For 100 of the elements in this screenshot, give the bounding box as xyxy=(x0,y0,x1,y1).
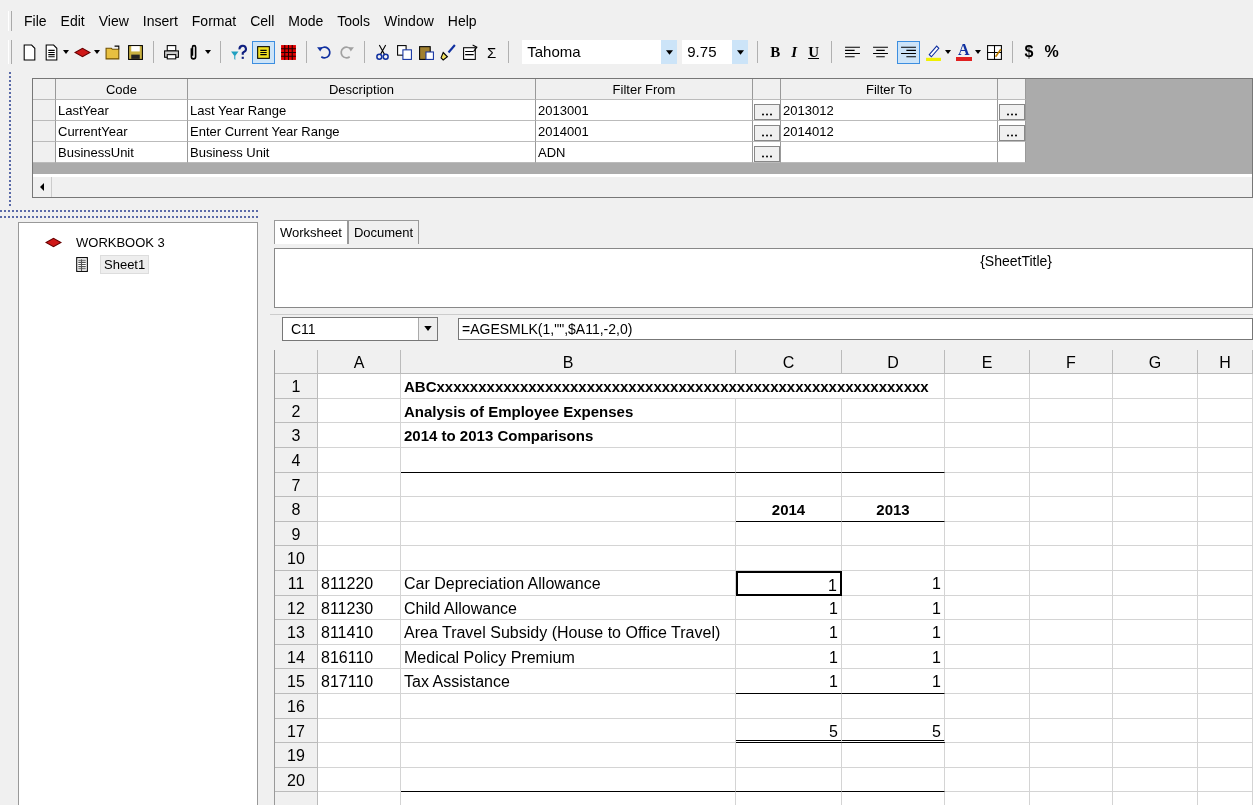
caret-icon[interactable] xyxy=(736,49,744,55)
printer-icon[interactable] xyxy=(163,43,180,61)
table-cell: 1 xyxy=(736,644,842,670)
ellipsis-icon[interactable] xyxy=(760,155,773,158)
empty-cell xyxy=(1198,398,1253,424)
paste-icon[interactable] xyxy=(418,43,435,61)
highlighter-icon[interactable] xyxy=(925,43,942,61)
copy-icon[interactable] xyxy=(396,43,413,61)
table-cell: Car Depreciation Allowance xyxy=(401,571,736,596)
caret-icon[interactable] xyxy=(945,50,951,54)
column-header[interactable]: G xyxy=(1113,349,1198,374)
tree-item[interactable]: WORKBOOK 3 xyxy=(72,232,169,252)
column-header: Filter To xyxy=(781,79,998,100)
menu-item[interactable]: Edit xyxy=(60,13,85,29)
column-header[interactable]: F xyxy=(1030,349,1113,374)
row-header[interactable]: 1 xyxy=(275,374,318,399)
table-cell: Analysis of Employee Expenses xyxy=(401,398,736,424)
row-header[interactable]: 19 xyxy=(275,743,318,768)
column-header[interactable]: B xyxy=(401,349,736,374)
ellipsis-icon[interactable] xyxy=(1005,113,1018,116)
ellipsis-icon[interactable] xyxy=(760,134,773,137)
caret-icon[interactable] xyxy=(974,50,981,54)
row-header[interactable]: 10 xyxy=(275,546,318,572)
percent-button[interactable]: % xyxy=(1041,43,1062,61)
row-header[interactable]: 2 xyxy=(275,398,318,424)
menu-item[interactable]: View xyxy=(98,13,129,29)
row-header[interactable]: 11 xyxy=(275,571,318,596)
left-arrow-icon[interactable] xyxy=(40,183,44,191)
borders-icon[interactable] xyxy=(985,43,1003,61)
text-style-button[interactable]: U xyxy=(805,43,822,61)
column-header[interactable]: A xyxy=(318,349,401,374)
formula-field[interactable]: =AGESMLK(1,"",$A11,-2,0) xyxy=(458,317,1253,340)
ellipsis-icon[interactable] xyxy=(1005,134,1018,137)
row-header[interactable]: 4 xyxy=(275,448,318,473)
undo-icon[interactable] xyxy=(316,43,333,61)
table-cell: 2013 xyxy=(842,497,945,522)
caret-icon[interactable] xyxy=(424,326,432,332)
font-color-button[interactable]: A xyxy=(956,43,972,61)
folder-icon[interactable] xyxy=(105,43,122,61)
table-cell: LastYear xyxy=(56,100,188,121)
row-header[interactable]: 12 xyxy=(275,595,318,621)
row-header[interactable]: 20 xyxy=(275,767,318,793)
new-document-icon[interactable] xyxy=(21,43,38,61)
row-header[interactable]: 15 xyxy=(275,669,318,694)
menu-item[interactable]: Insert xyxy=(142,13,178,29)
menu-item[interactable]: Tools xyxy=(337,13,370,29)
table-cell: Medical Policy Premium xyxy=(401,644,736,670)
menu-item[interactable]: File xyxy=(24,13,47,29)
caret-icon[interactable] xyxy=(665,49,673,55)
column-header[interactable]: D xyxy=(842,349,945,374)
grid-icon[interactable] xyxy=(280,43,297,61)
currency-button[interactable]: $ xyxy=(1021,43,1037,61)
menu-item[interactable]: Cell xyxy=(250,13,275,29)
horizontal-scrollbar[interactable] xyxy=(33,174,1252,197)
column-header[interactable]: C xyxy=(736,349,842,374)
document-icon[interactable] xyxy=(43,43,60,61)
toolbar-grip[interactable] xyxy=(8,11,12,31)
tab[interactable]: Worksheet xyxy=(274,220,348,244)
row-header[interactable]: 8 xyxy=(275,497,318,522)
splitter-handle[interactable] xyxy=(0,210,258,218)
menu-item[interactable]: Window xyxy=(384,13,434,29)
row-header[interactable]: 7 xyxy=(275,472,318,498)
caret-icon[interactable] xyxy=(205,50,211,54)
empty-cell xyxy=(1198,767,1253,793)
table-cell: 1 xyxy=(842,620,945,645)
text-style-button[interactable]: B xyxy=(767,43,784,61)
sum-button[interactable]: Σ xyxy=(484,43,500,61)
cut-icon[interactable] xyxy=(374,43,391,61)
tree-item[interactable]: Sheet1 xyxy=(100,254,150,274)
save-icon[interactable] xyxy=(127,43,144,61)
row-header[interactable]: 14 xyxy=(275,644,318,670)
font-size-dropdown[interactable]: 9.75 xyxy=(682,40,749,64)
text-style-button[interactable]: I xyxy=(788,43,801,61)
font-dropdown[interactable]: Tahoma xyxy=(522,40,678,64)
caret-icon[interactable] xyxy=(94,50,100,54)
sheet-icon xyxy=(73,255,90,273)
row-header[interactable]: 16 xyxy=(275,694,318,719)
menu-item[interactable]: Help xyxy=(447,13,477,29)
menu-item[interactable]: Mode xyxy=(288,13,324,29)
cell-name-dropdown[interactable]: C11 xyxy=(282,316,438,341)
brush-icon[interactable] xyxy=(440,43,457,61)
row-header[interactable]: 17 xyxy=(275,718,318,744)
splitter-handle[interactable] xyxy=(9,72,13,206)
table-cell: Last Year Range xyxy=(188,100,536,121)
caret-icon[interactable] xyxy=(63,50,69,54)
filter-help-icon[interactable] xyxy=(230,43,247,61)
empty-cell xyxy=(1198,620,1253,645)
toolbar-grip[interactable] xyxy=(8,40,12,64)
column-header[interactable]: H xyxy=(1198,349,1253,374)
menu-item[interactable]: Format xyxy=(191,13,237,29)
properties-icon[interactable] xyxy=(462,43,479,61)
ellipsis-icon[interactable] xyxy=(760,113,773,116)
column-header: Code xyxy=(56,79,188,100)
table-cell: 811230 xyxy=(318,595,401,621)
table-cell: 1 xyxy=(736,620,842,645)
row-header[interactable]: 13 xyxy=(275,620,318,645)
column-header[interactable]: E xyxy=(945,349,1030,374)
row-header[interactable]: 3 xyxy=(275,423,318,449)
tab[interactable]: Document xyxy=(347,220,420,244)
row-header[interactable]: 9 xyxy=(275,521,318,547)
